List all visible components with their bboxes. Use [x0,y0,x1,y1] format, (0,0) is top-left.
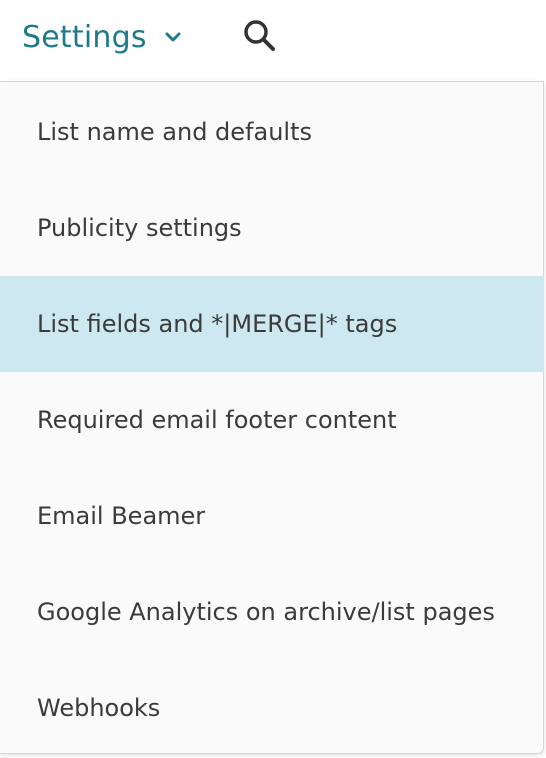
search-icon [242,18,278,58]
settings-menu: List name and defaults Publicity setting… [0,84,544,756]
settings-label: Settings [22,19,147,55]
menu-item-label: List name and defaults [37,118,313,146]
menu-item-label: Required email footer content [37,406,397,434]
menu-item-publicity-settings[interactable]: Publicity settings [0,180,544,276]
menu-item-label: Email Beamer [37,502,206,530]
menu-item-label: Webhooks [37,694,161,722]
menu-item-list-name-defaults[interactable]: List name and defaults [0,84,544,180]
menu-item-list-fields-merge-tags[interactable]: List fields and *|MERGE|* tags [0,276,544,372]
menu-item-webhooks[interactable]: Webhooks [0,660,544,756]
menu-item-label: Google Analytics on archive/list pages [37,598,495,626]
menu-item-label: List fields and *|MERGE|* tags [37,310,398,338]
menu-item-google-analytics[interactable]: Google Analytics on archive/list pages [0,564,544,660]
settings-menu-button[interactable]: Settings [22,14,183,60]
search-button[interactable] [240,18,280,58]
menu-item-label: Publicity settings [37,214,242,242]
settings-dropdown: List name and defaults Publicity setting… [0,81,544,754]
menu-item-required-email-footer[interactable]: Required email footer content [0,372,544,468]
chevron-down-icon [163,27,183,47]
top-bar: Settings [0,0,546,80]
menu-item-email-beamer[interactable]: Email Beamer [0,468,544,564]
